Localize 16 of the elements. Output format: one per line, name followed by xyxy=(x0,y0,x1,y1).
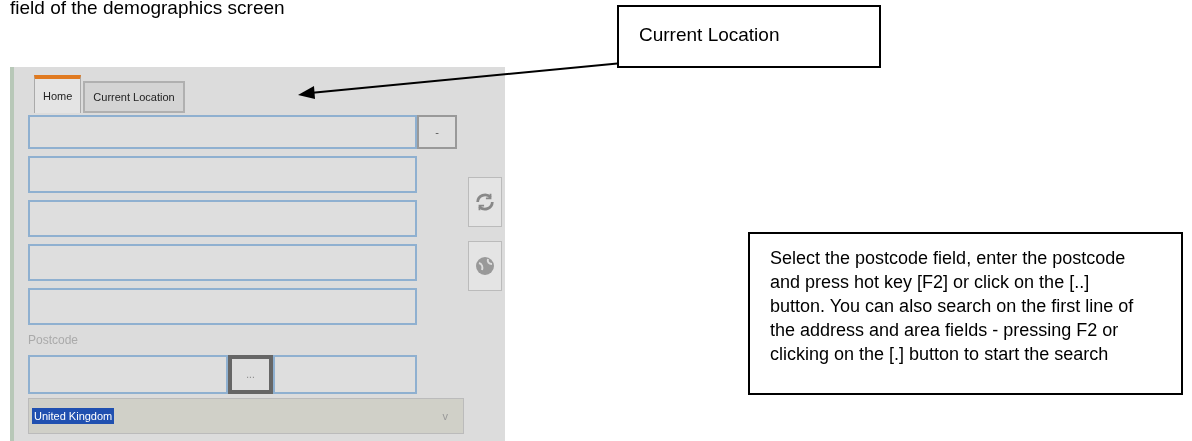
area-field[interactable] xyxy=(273,355,417,394)
combo-field[interactable] xyxy=(28,115,417,149)
tab[interactable]: Home xyxy=(34,75,82,113)
postcode-field[interactable] xyxy=(28,355,228,394)
callout-box: Current Location xyxy=(617,5,881,68)
heading-text: field of the demographics screen xyxy=(10,0,285,20)
dropdown-button[interactable]: - xyxy=(417,115,457,149)
callout-box: Select the postcode field, enter the postcode and press hot key [F2] or click on the [..] button. You can also search on the first line of the address and area fields - pressing F2 or clicking on the [.] button to start the search xyxy=(748,232,1183,395)
address-field[interactable] xyxy=(28,200,417,237)
address-field[interactable] xyxy=(28,156,417,193)
address-field[interactable] xyxy=(28,244,417,281)
tab[interactable]: Current Location xyxy=(83,81,185,113)
globe-icon[interactable] xyxy=(468,241,502,291)
address-field[interactable] xyxy=(28,288,417,325)
refresh-icon[interactable] xyxy=(468,177,502,227)
country-value: United Kingdom xyxy=(32,407,115,425)
